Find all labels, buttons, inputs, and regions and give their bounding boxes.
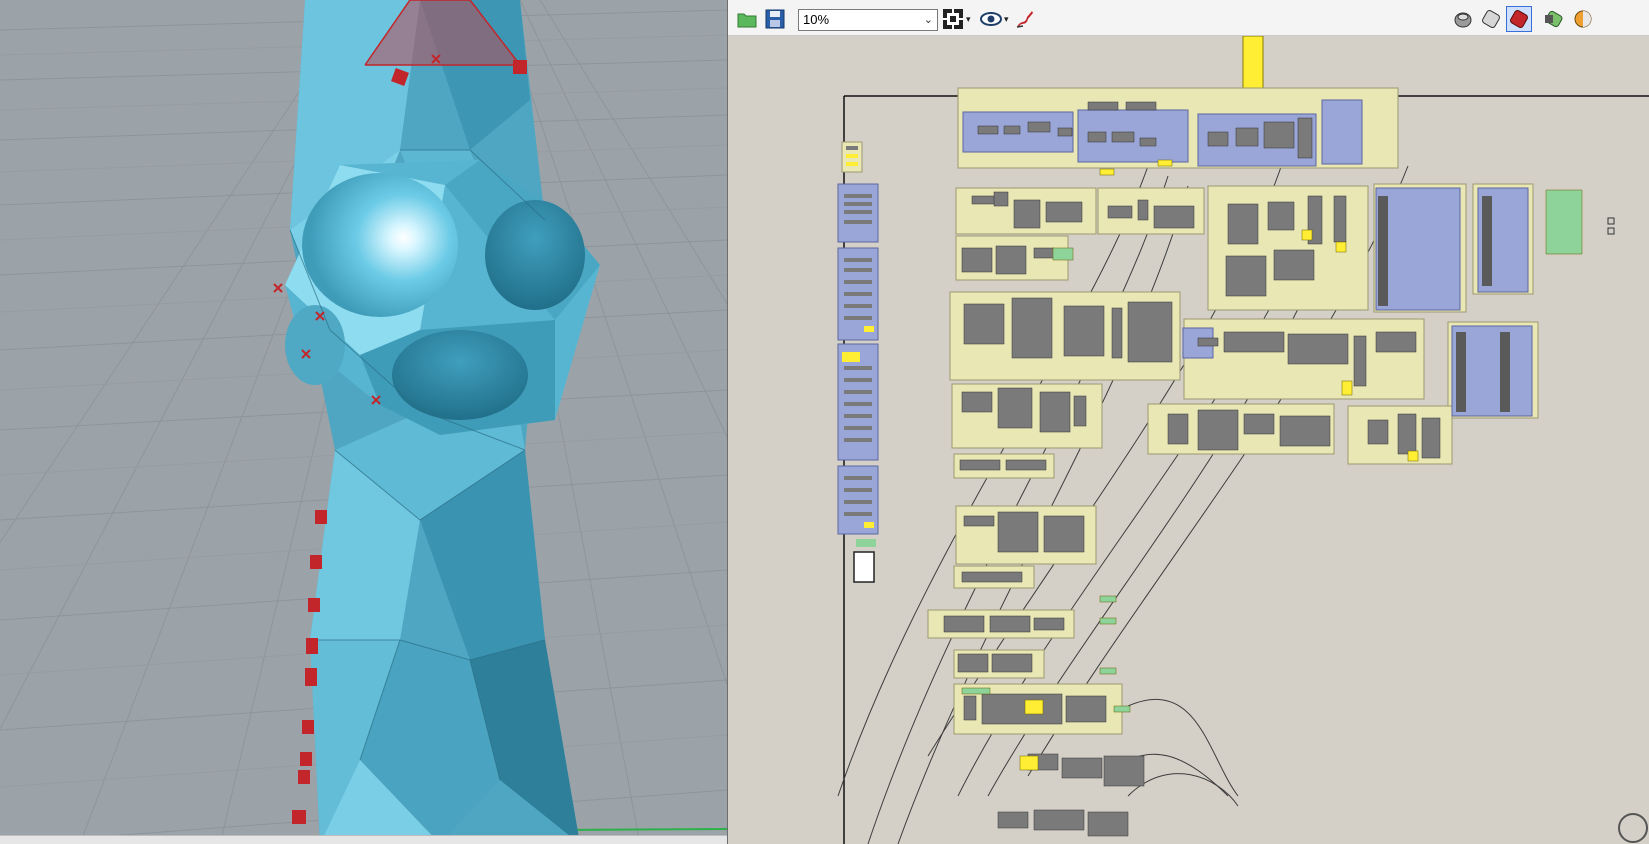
open-file-icon — [737, 13, 757, 28]
sketch-button[interactable] — [1014, 8, 1036, 30]
zoom-extents-icon — [943, 9, 963, 29]
preview-button[interactable] — [980, 8, 1002, 30]
zoom-extents-caret[interactable]: ▾ — [966, 14, 971, 25]
rhino-viewport[interactable] — [0, 0, 727, 844]
preview-selected-button[interactable] — [1506, 6, 1532, 32]
color-sphere-icon — [1574, 10, 1592, 28]
preview-shaded-button[interactable] — [1480, 8, 1502, 30]
selected-preview-icon — [1510, 10, 1528, 28]
grasshopper-canvas[interactable] — [728, 35, 1649, 844]
wireframe-preview-icon — [1454, 12, 1472, 28]
viewport-scene[interactable] — [0, 0, 727, 844]
viewport-status-strip — [0, 835, 727, 844]
shaded-preview-icon — [1482, 10, 1500, 28]
save-file-button[interactable] — [764, 8, 786, 30]
eye-icon — [980, 12, 1002, 26]
definition-graph[interactable] — [728, 35, 1649, 844]
open-file-button[interactable] — [736, 8, 758, 30]
chevron-down-icon: ⌄ — [923, 14, 933, 26]
preview-mesh-button[interactable] — [1544, 8, 1566, 30]
sphere-highlight — [302, 173, 458, 317]
grasshopper-toolbar: 10% ⌄ ▾ ▾ — [728, 0, 1649, 36]
grasshopper-window: 10% ⌄ ▾ ▾ — [727, 0, 1649, 844]
sketch-pen-icon — [1016, 11, 1033, 28]
save-file-icon — [765, 9, 785, 29]
zoom-level-select[interactable]: 10% ⌄ — [798, 9, 938, 31]
zoom-extents-button[interactable] — [942, 8, 964, 30]
zoom-level-value: 10% — [803, 12, 830, 27]
preview-wire-button[interactable] — [1452, 8, 1474, 30]
color-button[interactable] — [1572, 8, 1594, 30]
group-column-blue — [837, 141, 879, 583]
panel-param-yellow — [1242, 35, 1264, 94]
preview-caret[interactable]: ▾ — [1004, 14, 1009, 25]
mesh-quality-icon — [1545, 10, 1563, 28]
